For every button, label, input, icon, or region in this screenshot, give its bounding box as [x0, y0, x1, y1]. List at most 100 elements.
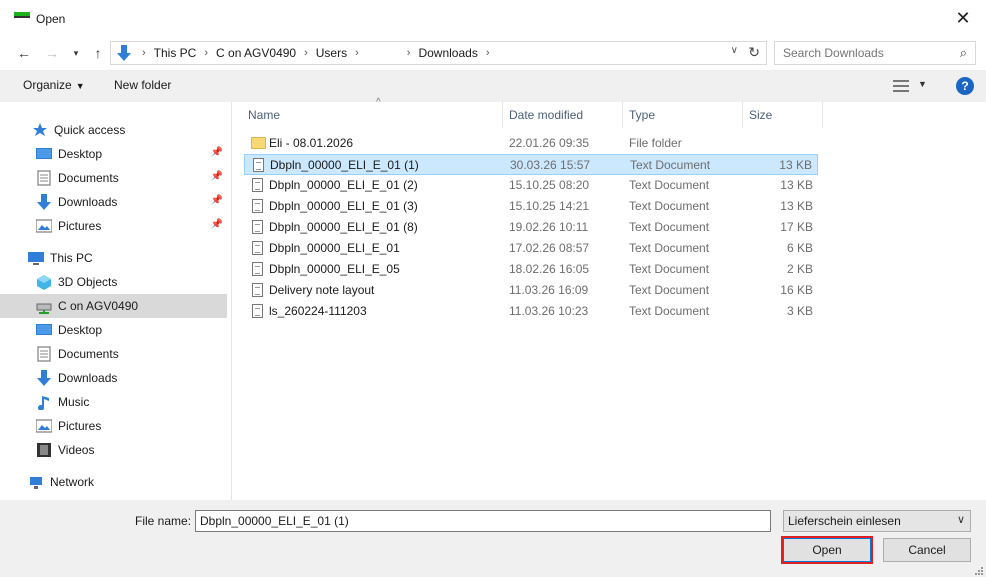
file-name: ls_260224-111203: [269, 304, 367, 318]
app-icon: [14, 12, 30, 24]
sidebar-item-label: Videos: [58, 443, 95, 457]
sidebar-item-desktop[interactable]: Desktop 📌: [0, 142, 227, 166]
file-type: Text Document: [629, 199, 710, 213]
videos-icon: [36, 442, 52, 458]
text-document-icon: [251, 261, 265, 277]
file-size: 16 KB: [780, 283, 813, 297]
resize-grip-icon[interactable]: [973, 564, 983, 575]
search-box[interactable]: ⌕: [774, 41, 976, 65]
text-document-icon: [251, 219, 265, 235]
view-chevron-down-icon[interactable]: ▼: [918, 79, 927, 89]
pin-icon[interactable]: 📌: [211, 219, 223, 230]
file-name: Dbpln_00000_ELI_E_01 (3): [269, 199, 418, 213]
help-icon[interactable]: ?: [956, 77, 974, 95]
title-bar: Open ✕: [0, 0, 986, 36]
sidebar-item-label: C on AGV0490: [58, 299, 139, 313]
file-row[interactable]: Dbpln_00000_ELI_E_01 (8) 19.02.26 10:11 …: [244, 217, 818, 238]
sidebar-item-pictures[interactable]: Pictures 📌: [0, 214, 227, 238]
text-document-icon: [251, 282, 265, 298]
sidebar-item-label: Downloads: [58, 195, 118, 209]
sidebar-item-quick-access[interactable]: Quick access: [0, 118, 227, 142]
refresh-icon[interactable]: ↻: [748, 44, 760, 61]
breadcrumb-separator-icon: ›: [485, 47, 490, 59]
breadcrumb-this-pc[interactable]: This PC: [154, 46, 197, 60]
file-row[interactable]: ls_260224-111203 11.03.26 10:23 Text Doc…: [244, 301, 818, 322]
up-arrow-icon[interactable]: ↑: [88, 42, 108, 64]
search-input[interactable]: [775, 42, 945, 64]
navigation-bar: ← → ▾ ↑ › This PC › C on AGV0490 › Users…: [0, 36, 986, 70]
file-name: Dbpln_00000_ELI_E_01 (1): [270, 158, 419, 172]
pin-icon[interactable]: 📌: [211, 171, 223, 182]
file-date: 15.10.25 08:20: [509, 178, 590, 192]
sidebar-item-c-on-agv0490[interactable]: C on AGV0490: [0, 294, 227, 318]
sidebar-item-downloads-pc[interactable]: Downloads: [0, 366, 227, 390]
network-icon: [28, 474, 44, 490]
file-name: Eli - 08.01.2026: [269, 136, 354, 150]
sidebar-item-label: Pictures: [58, 419, 102, 433]
file-row[interactable]: Dbpln_00000_ELI_E_05 18.02.26 16:05 Text…: [244, 259, 818, 280]
file-name: Delivery note layout: [269, 283, 375, 297]
file-size: 13 KB: [780, 178, 813, 192]
breadcrumb-downloads[interactable]: Downloads: [418, 46, 477, 60]
sidebar-item-documents-pc[interactable]: Documents: [0, 342, 227, 366]
new-folder-button[interactable]: New folder: [114, 78, 171, 92]
text-document-icon: [251, 177, 265, 193]
breadcrumb-users[interactable]: Users: [316, 46, 347, 60]
column-header-type[interactable]: Type: [623, 102, 743, 128]
file-name: Dbpln_00000_ELI_E_05: [269, 262, 400, 276]
sort-ascending-icon: ^: [376, 97, 381, 108]
chevron-down-icon: ∨: [956, 514, 965, 526]
music-icon: [36, 394, 52, 411]
breadcrumb-separator-icon: ›: [304, 47, 308, 59]
file-type: Text Document: [630, 158, 711, 172]
sidebar-item-label: Music: [58, 395, 90, 409]
recent-locations-chevron-icon[interactable]: ▾: [66, 42, 86, 64]
sidebar-item-documents[interactable]: Documents 📌: [0, 166, 227, 190]
close-icon[interactable]: ✕: [940, 0, 986, 36]
column-header-size[interactable]: Size: [743, 102, 823, 128]
sidebar-item-videos[interactable]: Videos: [0, 438, 227, 462]
file-type: Text Document: [629, 178, 710, 192]
column-header-date[interactable]: Date modified: [503, 102, 623, 128]
file-row[interactable]: Dbpln_00000_ELI_E_01 (3) 15.10.25 14:21 …: [244, 196, 818, 217]
view-options-icon[interactable]: [893, 80, 909, 92]
sidebar-item-this-pc[interactable]: This PC: [0, 246, 227, 270]
file-name: Dbpln_00000_ELI_E_01: [269, 241, 400, 255]
file-date: 19.02.26 10:11: [509, 220, 589, 234]
file-row[interactable]: Delivery note layout 11.03.26 16:09 Text…: [244, 280, 818, 301]
text-document-icon: [251, 240, 265, 256]
organize-button[interactable]: Organize ▼: [23, 78, 85, 92]
sidebar-item-network[interactable]: Network: [0, 470, 227, 494]
pin-icon[interactable]: 📌: [211, 195, 223, 206]
star-icon: [32, 122, 48, 138]
sidebar-item-desktop-pc[interactable]: Desktop: [0, 318, 227, 342]
sidebar-item-pictures-pc[interactable]: Pictures: [0, 414, 227, 438]
cancel-button[interactable]: Cancel: [883, 538, 971, 562]
address-dropdown-icon[interactable]: ∨: [731, 45, 738, 56]
downloads-icon: [36, 370, 52, 386]
back-arrow-icon[interactable]: ←: [14, 42, 34, 64]
sidebar-item-3d-objects[interactable]: 3D Objects: [0, 270, 227, 294]
breadcrumb-drive[interactable]: C on AGV0490: [216, 46, 296, 60]
address-bar[interactable]: › This PC › C on AGV0490 › Users › › Dow…: [110, 41, 767, 65]
sidebar-item-label: Desktop: [58, 147, 103, 161]
file-row[interactable]: Dbpln_00000_ELI_E_01 17.02.26 08:57 Text…: [244, 238, 818, 259]
pin-icon[interactable]: 📌: [211, 147, 223, 158]
sidebar-item-label: Network: [50, 475, 95, 489]
forward-arrow-icon[interactable]: →: [42, 42, 62, 64]
column-header-name[interactable]: ^ Name: [242, 97, 503, 128]
breadcrumb-separator-icon: ›: [142, 47, 146, 59]
file-row-folder[interactable]: Eli - 08.01.2026 22.01.26 09:35 File fol…: [244, 133, 818, 154]
file-size: 2 KB: [786, 262, 813, 276]
file-row-selected[interactable]: Dbpln_00000_ELI_E_01 (1) 30.03.26 15:57 …: [244, 154, 818, 175]
file-name-label: File name:: [135, 514, 192, 528]
file-name-input[interactable]: [195, 510, 771, 532]
file-type-filter-value: Lieferschein einlesen: [788, 514, 901, 528]
search-icon[interactable]: ⌕: [960, 45, 967, 61]
sidebar-item-music[interactable]: Music: [0, 390, 227, 414]
sidebar-item-downloads[interactable]: Downloads 📌: [0, 190, 227, 214]
downloads-icon: [36, 194, 52, 210]
open-button[interactable]: Open: [783, 538, 871, 562]
file-row[interactable]: Dbpln_00000_ELI_E_01 (2) 15.10.25 08:20 …: [244, 175, 818, 196]
file-type-filter-select[interactable]: Lieferschein einlesen ∨: [783, 510, 971, 532]
